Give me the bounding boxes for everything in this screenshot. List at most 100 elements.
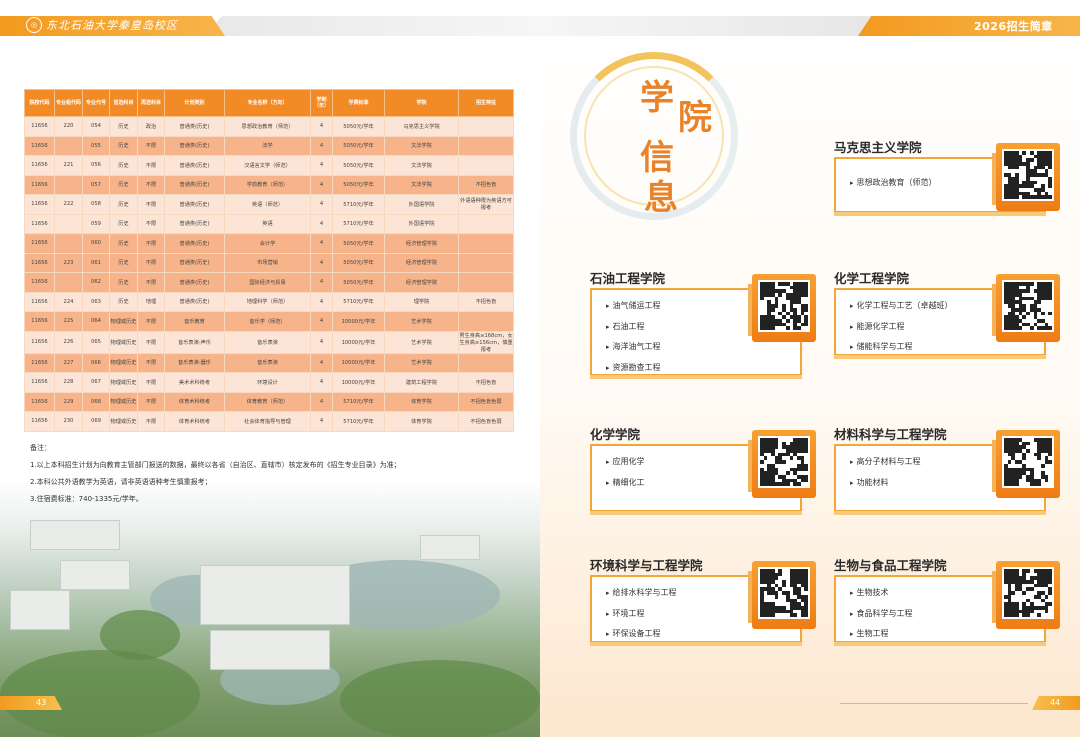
major-item: 功能材料 <box>850 473 921 494</box>
left-page: ◎ 东北石油大学秦皇岛校区 院校代码 专业组代码 专业代号 首选科目 再选科目 计划类别专… <box>0 0 540 737</box>
table-cell: 历史 <box>109 252 138 273</box>
table-cell: 4 <box>310 135 333 156</box>
table-cell: 224 <box>54 291 83 312</box>
school-name: 东北石油大学秦皇岛校区 <box>46 19 178 32</box>
college-major-box: 高分子材料与工程功能材料 <box>834 430 1060 515</box>
major-list: 油气储运工程石油工程海洋油气工程资源勘查工程 <box>606 296 661 378</box>
qr-code-frame[interactable] <box>992 143 1060 211</box>
table-cell: 11656 <box>24 311 55 332</box>
college-card: 化学工程学院化学工程与工艺（卓越班）能源化学工程储能科学与工程 <box>834 268 1060 359</box>
table-cell: 4 <box>310 116 333 137</box>
qr-code-frame[interactable] <box>992 274 1060 342</box>
table-cell: 地理科学（师范） <box>224 291 311 312</box>
table-cell: 4 <box>310 411 333 432</box>
qr-code-frame[interactable] <box>748 561 816 629</box>
table-header-cell: 首选科目 <box>109 89 138 117</box>
table-cell: 11656 <box>24 116 55 137</box>
table-cell: 理学院 <box>384 291 459 312</box>
table-cell: 056 <box>82 155 110 176</box>
table-cell: 068 <box>82 391 110 412</box>
table-row: 11656 222 058 历史 不限 普通类(历史) 英语（师范） 4 5710元/学年 外国语… <box>24 194 514 215</box>
major-list: 应用化学精细化工 <box>606 452 645 493</box>
table-cell <box>458 311 514 332</box>
table-cell: 4 <box>310 391 333 412</box>
table-cell <box>458 116 514 137</box>
qr-code-icon <box>758 567 810 619</box>
table-cell: 10000元/学年 <box>332 311 385 332</box>
table-header-cell: 学制（年） <box>310 89 333 117</box>
table-cell: 历史 <box>109 213 138 234</box>
college-major-box: 应用化学精细化工 <box>590 430 816 515</box>
table-row: 11656 224 063 历史 地理 普通类(历史) 地理科学（师范） 4 5710元/学年理… <box>24 291 514 312</box>
table-header-cell: 学费标准 <box>332 89 385 117</box>
table-cell: 11656 <box>24 155 55 176</box>
major-item: 海洋油气工程 <box>606 337 661 358</box>
table-cell: 音乐表演-声乐 <box>164 330 225 354</box>
qr-code-icon <box>1002 280 1054 332</box>
table-cell: 普通类(历史) <box>164 194 225 215</box>
college-major-box: 油气储运工程石油工程海洋油气工程资源勘查工程 <box>590 274 816 379</box>
major-item: 油气储运工程 <box>606 296 661 317</box>
table-cell: 地理 <box>137 291 165 312</box>
table-cell: 229 <box>54 391 83 412</box>
table-cell: 经济管理学院 <box>384 233 459 254</box>
table-cell <box>458 135 514 156</box>
table-cell: 4 <box>310 174 333 195</box>
table-cell: 5050元/学年 <box>332 252 385 273</box>
qr-code-frame[interactable] <box>992 561 1060 629</box>
table-cell: 普通类(历史) <box>164 155 225 176</box>
table-cell: 5050元/学年 <box>332 135 385 156</box>
table-cell: 不招色盲 <box>458 372 514 393</box>
table-cell: 音乐表演 <box>224 352 311 373</box>
table-cell: 不限 <box>137 411 165 432</box>
qr-code-icon <box>1002 149 1054 201</box>
table-cell: 普通类(历史) <box>164 252 225 273</box>
table-row: 11656 059 历史 不限 普通类(历史) 英语 4 5710元/学年 外国语学院 <box>24 213 514 234</box>
major-item: 生物技术 <box>850 583 913 604</box>
table-cell: 5050元/学年 <box>332 155 385 176</box>
table-cell: 不限 <box>137 352 165 373</box>
qr-code-frame[interactable] <box>748 274 816 342</box>
table-cell: 音乐教育 <box>164 311 225 332</box>
table-cell: 体育教育（师范） <box>224 391 311 412</box>
table-row: 11656 060 历史 不限 普通类(历史) 会计学 4 5050元/学年 经济管理学院 <box>24 233 514 254</box>
table-cell: 外国语学院 <box>384 194 459 215</box>
table-cell: 063 <box>82 291 110 312</box>
table-cell: 音乐表演 <box>224 330 311 354</box>
college-card: 石油工程学院油气储运工程石油工程海洋油气工程资源勘查工程 <box>590 268 816 379</box>
table-header-cell: 再选科目 <box>137 89 165 117</box>
table-cell <box>54 233 83 254</box>
table-cell: 汉语言文学（师范） <box>224 155 311 176</box>
qr-code-frame[interactable] <box>992 430 1060 498</box>
table-cell: 文法学院 <box>384 174 459 195</box>
table-cell: 思想政治教育（师范） <box>224 116 311 137</box>
table-row: 11656 062 历史 不限 普通类(历史) 国际经济与贸易 4 5050元/学年 经济管理学… <box>24 272 514 293</box>
college-card: 马克思主义学院思想政治教育（师范） <box>834 137 1060 216</box>
table-cell: 英语（师范） <box>224 194 311 215</box>
major-item: 石油工程 <box>606 317 661 338</box>
table-cell: 5050元/学年 <box>332 272 385 293</box>
table-cell: 法学 <box>224 135 311 156</box>
major-item: 生物工程 <box>850 624 913 645</box>
table-row: 11656 229 068 物理或历史 不限 体育术科统考 体育教育（师范） 4 5710元/学… <box>24 391 514 412</box>
table-cell: 10000元/学年 <box>332 352 385 373</box>
table-cell: 普通类(历史) <box>164 174 225 195</box>
qr-code-icon <box>758 436 810 488</box>
table-cell: 历史 <box>109 291 138 312</box>
table-row: 11656 225 064 物理或历史 不限 音乐教育 音乐学（师范） 4 10000元/学年艺… <box>24 311 514 332</box>
table-cell: 11656 <box>24 233 55 254</box>
footer-line <box>840 703 1028 704</box>
table-cell: 历史 <box>109 135 138 156</box>
major-item: 资源勘查工程 <box>606 358 661 379</box>
table-row: 11656 221 056 历史 不限 普通类(历史) 汉语言文学（师范） 4 5050元/学年… <box>24 155 514 176</box>
table-cell: 069 <box>82 411 110 432</box>
table-cell: 4 <box>310 194 333 215</box>
table-cell: 不限 <box>137 391 165 412</box>
table-cell <box>458 155 514 176</box>
table-cell <box>54 213 83 234</box>
major-item: 应用化学 <box>606 452 645 473</box>
qr-code-frame[interactable] <box>748 430 816 498</box>
page-number-right: 44 <box>1032 696 1080 710</box>
table-cell: 222 <box>54 194 83 215</box>
major-item: 思想政治教育（师范） <box>850 173 937 194</box>
